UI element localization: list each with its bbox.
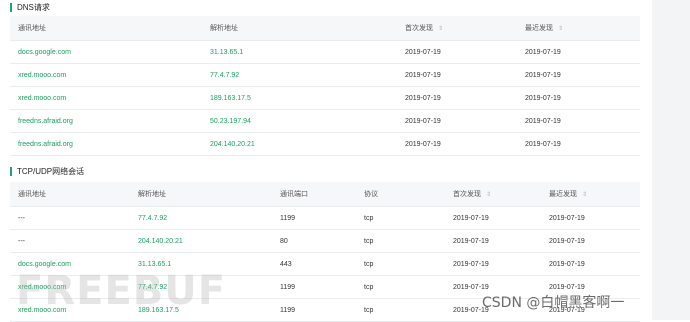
comm-addr-cell: --- [10,229,130,253]
dns-col-last-seen[interactable]: 最近发现 ⇕ [517,16,640,41]
comm-addr-link[interactable]: docs.google.com [10,40,202,64]
dns-table-header: 通讯地址 解析地址 首次发现 ⇕ 最近发现 ⇕ [10,16,640,41]
dns-col-resolved-addr: 解析地址 [202,16,397,41]
tcp-table-row: --- 77.4.7.92 1199 tcp 2019-07-19 2019-07-19 [10,206,640,230]
freebuf-watermark: FREEBUF [16,268,227,314]
resolved-addr-link[interactable]: 77.4.7.92 [130,206,272,230]
csdn-watermark: CSDN @白帽黑客啊一 [482,295,625,311]
port-cell: 1199 [272,275,356,299]
tcp-title-text: TCP/UDP网络会话 [17,167,85,176]
protocol-cell: tcp [356,206,445,230]
last-seen-cell: 2019-07-19 [517,40,640,64]
sort-arrows-icon[interactable]: ⇕ [582,192,587,198]
right-side-panel [652,0,690,320]
tcp-table-header: 通讯地址 解析地址 通讯端口 协议 首次发现 ⇕ 最近发现 ⇕ [10,182,640,207]
port-cell: 1199 [272,206,356,230]
first-seen-cell: 2019-07-19 [397,63,517,87]
first-seen-cell: 2019-07-19 [445,229,541,253]
dns-table-row: freedns.afraid.org 50.23.197.94 2019-07-19… [10,109,640,133]
last-seen-cell: 2019-07-19 [541,229,640,253]
protocol-cell: tcp [356,275,445,299]
dns-col-first-seen[interactable]: 首次发现 ⇕ [397,16,517,41]
sort-arrows-icon[interactable]: ⇕ [438,26,443,32]
port-cell: 1199 [272,298,356,322]
last-seen-cell: 2019-07-19 [517,63,640,87]
first-seen-cell: 2019-07-19 [445,252,541,276]
first-seen-cell: 2019-07-19 [397,86,517,110]
sort-arrows-icon[interactable]: ⇕ [558,26,563,32]
resolved-addr-link[interactable]: 204.140.20.21 [202,132,397,156]
dns-section-title: DNS请求 [10,2,50,13]
first-seen-cell: 2019-07-19 [397,40,517,64]
tcp-section-title: TCP/UDP网络会话 [10,166,84,177]
dns-table: 通讯地址 解析地址 首次发现 ⇕ 最近发现 ⇕ docs.google.com 31.… [10,16,640,156]
last-seen-cell: 2019-07-19 [517,86,640,110]
tcp-col-first-seen[interactable]: 首次发现 ⇕ [445,182,541,207]
section-accent-bar [10,3,12,12]
dns-table-row: docs.google.com 31.13.65.1 2019-07-19 2019-… [10,40,640,64]
resolved-addr-link[interactable]: 189.163.17.5 [202,86,397,110]
sort-arrows-icon[interactable]: ⇕ [486,192,491,198]
comm-addr-link[interactable]: xred.mooo.com [10,86,202,110]
tcp-col-port: 通讯端口 [272,182,356,207]
last-seen-cell: 2019-07-19 [541,252,640,276]
comm-addr-link[interactable]: freedns.afraid.org [10,132,202,156]
tcp-col-last-seen[interactable]: 最近发现 ⇕ [541,182,640,207]
tcp-col-protocol: 协议 [356,182,445,207]
protocol-cell: tcp [356,298,445,322]
dns-table-row: xred.mooo.com 77.4.7.92 2019-07-19 2019-07-… [10,63,640,87]
last-seen-cell: 2019-07-19 [541,206,640,230]
dns-table-row: freedns.afraid.org 204.140.20.21 2019-07-1… [10,132,640,156]
tcp-col-resolved-addr: 解析地址 [130,182,272,207]
tcp-table-row: --- 204.140.20.21 80 tcp 2019-07-19 2019-07-1… [10,229,640,253]
section-accent-bar [10,167,12,176]
resolved-addr-link[interactable]: 50.23.197.94 [202,109,397,133]
dns-col-comm-addr: 通讯地址 [10,16,202,41]
protocol-cell: tcp [356,229,445,253]
resolved-addr-link[interactable]: 204.140.20.21 [130,229,272,253]
port-cell: 80 [272,229,356,253]
tcp-col-comm-addr: 通讯地址 [10,182,130,207]
first-seen-cell: 2019-07-19 [397,132,517,156]
last-seen-cell: 2019-07-19 [517,109,640,133]
comm-addr-link[interactable]: freedns.afraid.org [10,109,202,133]
comm-addr-link[interactable]: xred.mooo.com [10,63,202,87]
dns-title-text: DNS请求 [17,3,50,12]
first-seen-cell: 2019-07-19 [445,206,541,230]
first-seen-cell: 2019-07-19 [397,109,517,133]
dns-table-row: xred.mooo.com 189.163.17.5 2019-07-19 2019-… [10,86,640,110]
comm-addr-cell: --- [10,206,130,230]
protocol-cell: tcp [356,252,445,276]
port-cell: 443 [272,252,356,276]
resolved-addr-link[interactable]: 31.13.65.1 [202,40,397,64]
resolved-addr-link[interactable]: 77.4.7.92 [202,63,397,87]
last-seen-cell: 2019-07-19 [517,132,640,156]
